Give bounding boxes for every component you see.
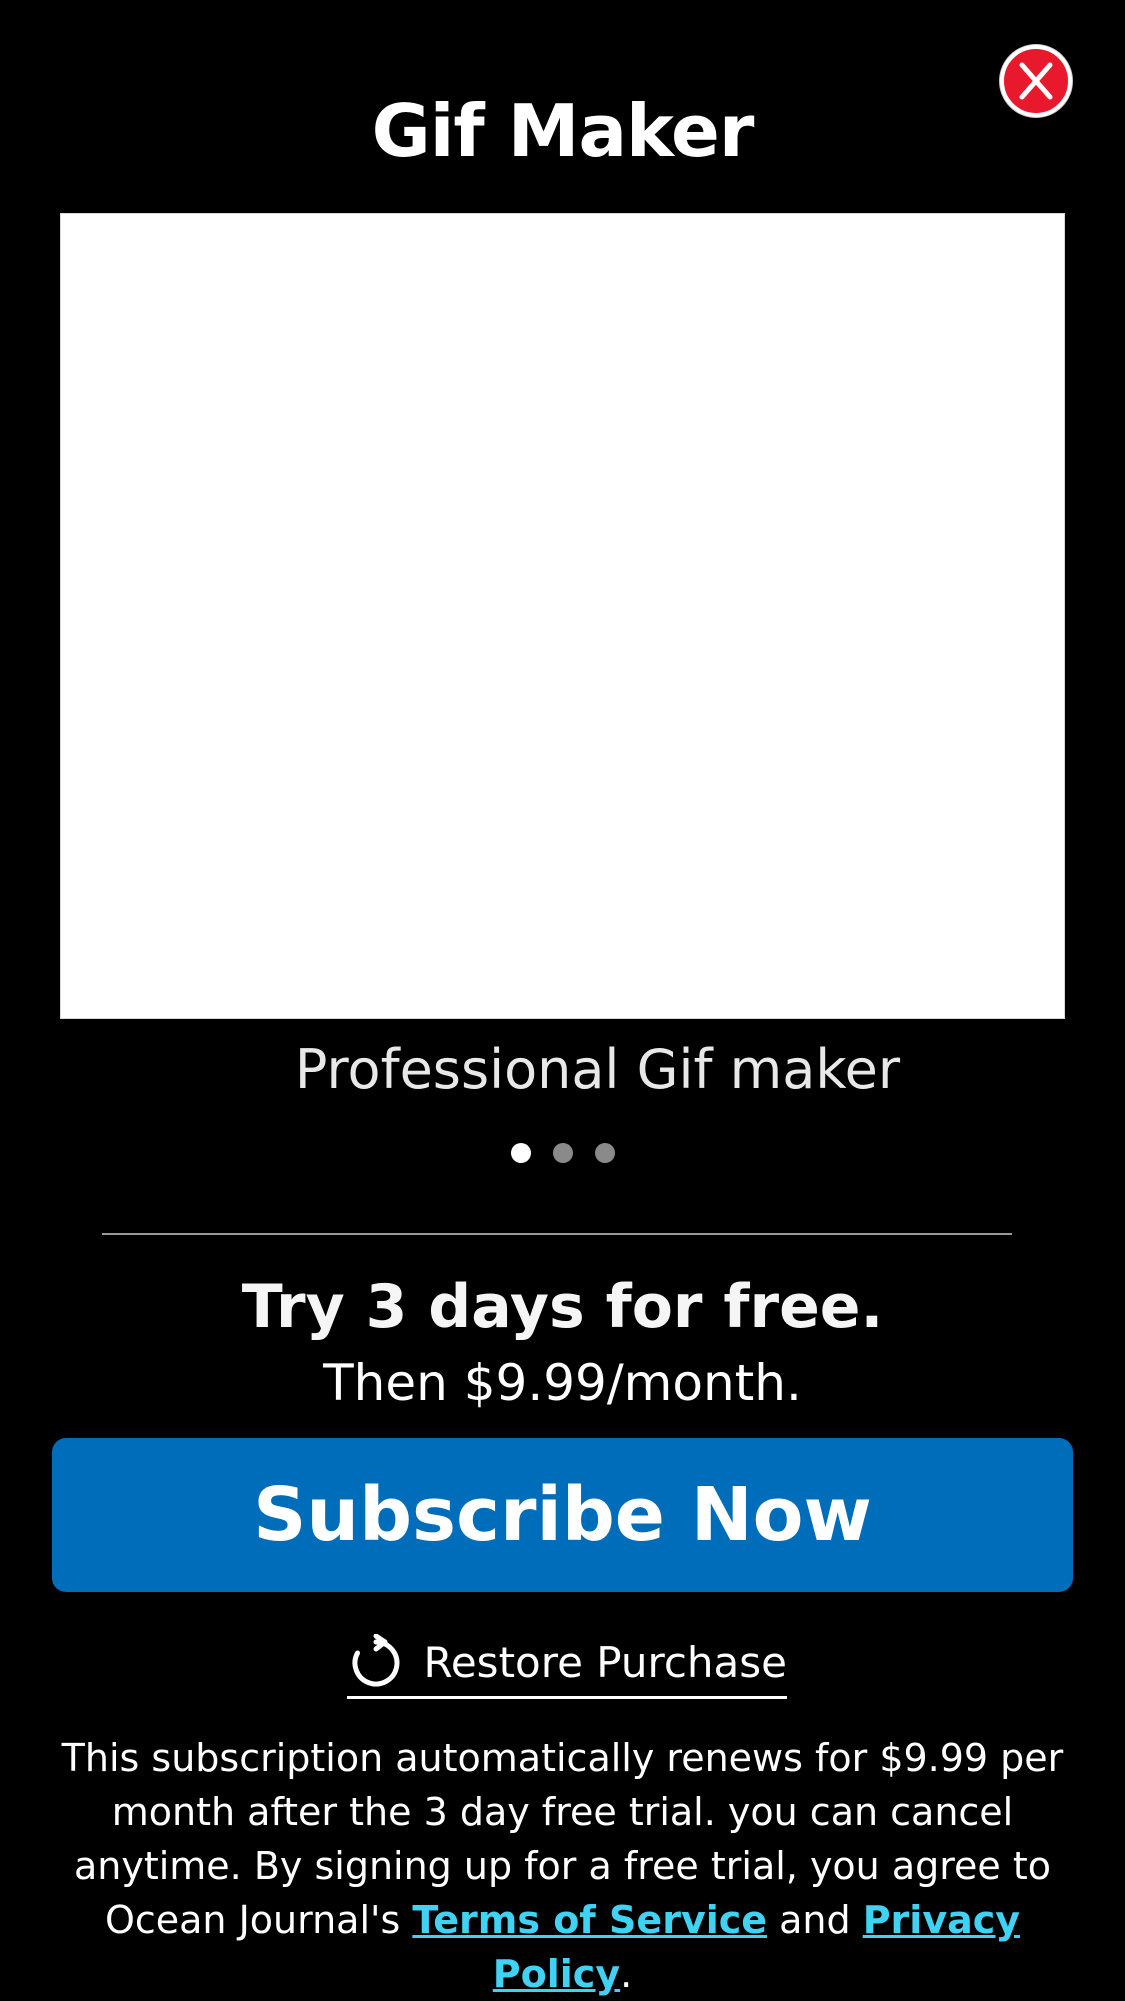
page-dot-3[interactable] <box>594 1143 615 1163</box>
legal-text-and: and <box>767 1898 863 1942</box>
slide-caption: Professional Gif maker <box>294 1038 901 1101</box>
restore-purchase-label: Restore Purchase <box>423 1638 787 1687</box>
terms-of-service-link[interactable]: Terms of Service <box>412 1898 767 1942</box>
restore-purchase-button[interactable]: Restore Purchase <box>347 1630 787 1699</box>
subscription-legal-text: This subscription automatically renews f… <box>40 1731 1085 2001</box>
carousel-page-indicator[interactable] <box>0 1143 1125 1163</box>
gif-preview-panel[interactable] <box>60 213 1065 1019</box>
legal-text-end: . <box>620 1952 633 1996</box>
page-dot-1[interactable] <box>510 1143 531 1163</box>
page-dot-2[interactable] <box>552 1143 573 1163</box>
app-title: Gif Maker <box>371 89 755 173</box>
price-text: Then $9.99/month. <box>323 1354 802 1412</box>
subscribe-now-button[interactable]: Subscribe Now <box>52 1438 1073 1592</box>
section-divider <box>102 1233 1012 1235</box>
refresh-icon <box>352 1634 400 1687</box>
trial-headline: Try 3 days for free. <box>241 1272 884 1342</box>
